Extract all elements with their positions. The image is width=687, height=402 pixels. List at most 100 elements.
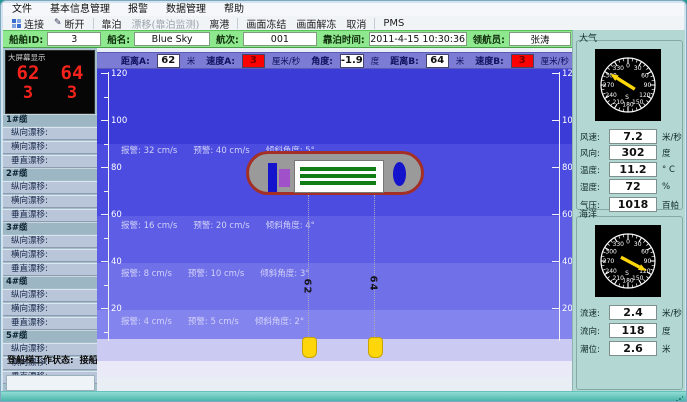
measure-unit-0: 米 <box>187 55 196 67</box>
cargo-stripe <box>300 174 376 178</box>
gangway-label: 登船梯工作状态: <box>7 353 74 366</box>
cable-drift-label: 纵向漂移: <box>3 289 97 302</box>
sensor-field-2: 温度:11.2° C <box>580 162 675 177</box>
menu-item-1[interactable]: 基本信息管理 <box>41 3 119 16</box>
sensor-field-0: 风速:7.2米/秒 <box>580 129 682 144</box>
disconnect-icon: ✎ <box>54 19 62 28</box>
measure-label-1: 速度A: <box>206 54 235 67</box>
cable-drift-label: 垂直漂移: <box>3 155 97 168</box>
info-label: 船名: <box>107 32 130 46</box>
sensor-label: 潮位: <box>580 343 609 355</box>
measure-label-3: 距离B: <box>390 54 418 67</box>
ocean-group: 0306090120150180210240270300330S 流速:2.4米… <box>576 216 683 390</box>
ocean-caption: 海洋 <box>579 207 597 220</box>
sensor-label: 流向: <box>580 325 609 337</box>
distance-marker-0: 62 <box>301 279 312 295</box>
gauge-number: 120 <box>639 92 651 99</box>
toolbar-button-5[interactable]: 画面冻结 <box>241 17 291 30</box>
axis-tick <box>552 120 560 121</box>
sensor-field-1: 流向:118度 <box>580 323 671 338</box>
threshold-alarm: 报警: 32 cm/s <box>121 144 177 156</box>
axis-tick <box>101 120 109 121</box>
left-panel-strip <box>6 375 95 391</box>
toolbar-button-label: 漂移(靠泊监测) <box>132 16 200 31</box>
sensor-value: 72 <box>609 179 657 194</box>
cable-drift-label: 垂直漂移: <box>3 317 97 330</box>
threshold-tilt: 倾斜角度: 2° <box>255 315 304 327</box>
sensor-unit: 米/秒 <box>662 307 682 319</box>
menu-item-4[interactable]: 帮助 <box>215 3 253 16</box>
gauge-number: 240 <box>605 268 617 275</box>
resize-grip[interactable] <box>675 395 683 402</box>
led-value: 62 <box>17 63 40 84</box>
toolbar-button-2[interactable]: 靠泊 <box>97 17 127 30</box>
cable-drift-label: 纵向漂移: <box>3 127 97 140</box>
info-input[interactable]: 张涛 <box>509 32 571 46</box>
axis-minor-tick <box>104 332 109 333</box>
axis-tick <box>552 167 560 168</box>
gauge-number: 180 <box>622 278 634 285</box>
threshold-warning: 预警: 10 cm/s <box>188 267 244 279</box>
gangway-status: 登船梯工作状态: 接船 <box>3 353 101 366</box>
axis-tick <box>552 73 560 74</box>
toolbar-button-6[interactable]: 画面解冻 <box>291 17 341 30</box>
menu-item-3[interactable]: 数据管理 <box>157 3 215 16</box>
sensor-value: 11.2 <box>609 162 657 177</box>
gauge-number: 0 <box>626 239 630 246</box>
y-axis-left <box>108 72 109 341</box>
sensor-value: 1018 <box>609 197 657 212</box>
axis-minor-tick <box>104 191 109 192</box>
measure-value-3: 64 <box>426 54 449 68</box>
info-label: 航次: <box>216 32 239 46</box>
info-input[interactable]: 3 <box>47 32 101 46</box>
gauge-number: 60 <box>641 72 649 79</box>
big-display-row1: 6264 <box>6 63 94 84</box>
sensor-value: 118 <box>609 323 657 338</box>
toolbar-button-label: 断开 <box>65 16 85 31</box>
axis-tick <box>101 214 109 215</box>
toolbar-button-4[interactable]: 离港 <box>204 17 234 30</box>
sensor-value: 2.4 <box>609 305 657 320</box>
led-value: 3 <box>23 84 33 103</box>
toolbar-button-1[interactable]: ✎断开 <box>49 17 90 30</box>
big-screen-display: 大屏幕显示 6264 33 <box>5 50 95 114</box>
toolbar-button-7[interactable]: 取消 <box>341 17 371 30</box>
measure-value-2: -1.9 <box>340 54 364 68</box>
gauge-number: 330 <box>613 241 625 248</box>
gauge-number: 90 <box>644 82 652 89</box>
toolbar-separator <box>237 18 238 29</box>
info-input[interactable]: 2011-4-15 10:30:36 <box>369 32 467 46</box>
sensor-field-3: 湿度:72% <box>580 179 670 194</box>
info-input[interactable]: Blue Sky <box>134 32 210 46</box>
gauge-number: 300 <box>605 248 617 255</box>
ship-graphic <box>246 151 424 195</box>
menu-item-2[interactable]: 报警 <box>119 3 157 16</box>
ship-info-bar: 船舶ID:3船名:Blue Sky航次:001靠泊时间:2011-4-15 10… <box>3 30 572 48</box>
distance-marker-1: 64 <box>367 276 378 292</box>
sensor-unit: 百帕 <box>662 199 679 211</box>
menu-item-0[interactable]: 文件 <box>3 3 41 16</box>
info-label: 领航员: <box>473 32 505 46</box>
connect-icon <box>12 19 21 28</box>
left-panel: 大屏幕显示 6264 33 1#缆纵向漂移:横向漂移:垂直漂移:2#缆纵向漂移:… <box>3 48 97 391</box>
toolbar-button-8[interactable]: PMS <box>378 17 409 30</box>
toolbar-button-0[interactable]: 连接 <box>7 17 49 30</box>
cable-section-header-4: 5#缆 <box>3 330 97 342</box>
berthing-chart: 1201201001008080606040402020 报警: 32 cm/s… <box>97 69 573 391</box>
ship-module <box>279 169 290 187</box>
gauge-number: 150 <box>632 99 644 106</box>
toolbar-button-label: 画面冻结 <box>246 16 286 31</box>
threshold-warning: 预警: 20 cm/s <box>193 219 249 231</box>
axis-tick-label: 100 <box>111 117 127 126</box>
toolbar-button-label: PMS <box>383 18 404 29</box>
gauge-number: 30 <box>634 65 642 72</box>
sensor-unit: 米 <box>662 343 671 355</box>
info-field-2: 航次: 001 <box>216 32 317 46</box>
cable-drift-label: 垂直漂移: <box>3 263 97 276</box>
measure-unit-4: 厘米/秒 <box>541 55 569 67</box>
info-input[interactable]: 001 <box>243 32 317 46</box>
measure-value-1: 3 <box>242 54 265 68</box>
axis-tick <box>552 214 560 215</box>
cable-drift-label: 纵向漂移: <box>3 181 97 194</box>
toolbar: 连接✎断开靠泊漂移(靠泊监测)离港画面冻结画面解冻取消PMS <box>3 16 684 31</box>
